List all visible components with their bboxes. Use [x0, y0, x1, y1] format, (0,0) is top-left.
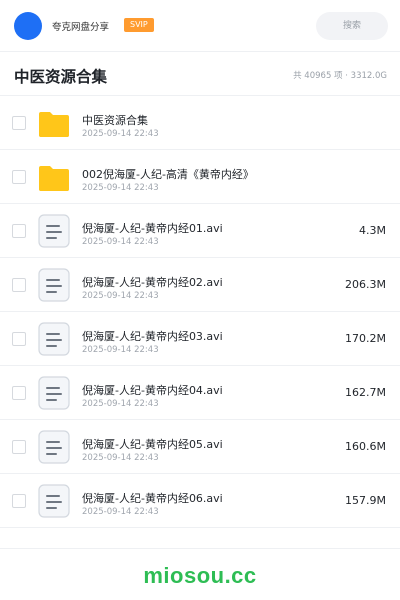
top-bar: 夸克网盘分享 SVIP 搜索: [0, 0, 400, 52]
row-checkbox[interactable]: [12, 332, 26, 346]
row-checkbox[interactable]: [12, 278, 26, 292]
file-size: 162.7M: [345, 386, 386, 399]
file-date: 2025-09-14 22:43: [82, 291, 159, 301]
file-name[interactable]: 倪海厦-人纪-黄帝内经06.avi: [82, 490, 223, 506]
brand-name: 夸克网盘分享: [52, 22, 110, 33]
folder-icon: [38, 160, 70, 194]
row-checkbox[interactable]: [12, 224, 26, 238]
row-checkbox[interactable]: [12, 170, 26, 184]
page-title: 中医资源合集: [14, 68, 108, 86]
item-summary: 共 40965 项 · 3312.0G: [293, 71, 387, 81]
row-checkbox[interactable]: [12, 116, 26, 130]
file-list: 中医资源合集 2025-09-14 22:43 002倪海厦-人纪-高清《黄帝内…: [0, 96, 400, 528]
avatar[interactable]: [14, 12, 42, 40]
search-input[interactable]: 搜索: [316, 12, 388, 40]
file-size: 157.9M: [345, 494, 386, 507]
file-date: 2025-09-14 22:43: [82, 129, 159, 139]
svip-badge: SVIP: [124, 18, 154, 32]
title-bar: 中医资源合集 共 40965 项 · 3312.0G: [0, 52, 400, 96]
file-row[interactable]: 倪海厦-人纪-黄帝内经06.avi 2025-09-14 22:43 157.9…: [0, 474, 400, 528]
file-row[interactable]: 倪海厦-人纪-黄帝内经04.avi 2025-09-14 22:43 162.7…: [0, 366, 400, 420]
file-row[interactable]: 倪海厦-人纪-黄帝内经05.avi 2025-09-14 22:43 160.6…: [0, 420, 400, 474]
file-row[interactable]: 倪海厦-人纪-黄帝内经01.avi 2025-09-14 22:43 4.3M: [0, 204, 400, 258]
row-checkbox[interactable]: [12, 494, 26, 508]
document-icon: [38, 430, 70, 464]
watermark-text: miosou.cc: [143, 563, 257, 588]
document-icon: [38, 268, 70, 302]
file-date: 2025-09-14 22:43: [82, 507, 159, 517]
file-date: 2025-09-14 22:43: [82, 453, 159, 463]
file-date: 2025-09-14 22:43: [82, 345, 159, 355]
file-row[interactable]: 倪海厦-人纪-黄帝内经03.avi 2025-09-14 22:43 170.2…: [0, 312, 400, 366]
file-name[interactable]: 倪海厦-人纪-黄帝内经03.avi: [82, 328, 223, 344]
file-size: 4.3M: [359, 224, 386, 237]
file-name[interactable]: 倪海厦-人纪-黄帝内经04.avi: [82, 382, 223, 398]
file-name[interactable]: 中医资源合集: [82, 112, 148, 128]
document-icon: [38, 484, 70, 518]
document-icon: [38, 214, 70, 248]
folder-icon: [38, 106, 70, 140]
file-date: 2025-09-14 22:43: [82, 399, 159, 409]
file-name[interactable]: 倪海厦-人纪-黄帝内经02.avi: [82, 274, 223, 290]
file-name[interactable]: 倪海厦-人纪-黄帝内经01.avi: [82, 220, 223, 236]
row-checkbox[interactable]: [12, 386, 26, 400]
file-name[interactable]: 002倪海厦-人纪-高清《黄帝内经》: [82, 166, 254, 182]
file-row[interactable]: 中医资源合集 2025-09-14 22:43: [0, 96, 400, 150]
file-row[interactable]: 002倪海厦-人纪-高清《黄帝内经》 2025-09-14 22:43: [0, 150, 400, 204]
file-row[interactable]: 倪海厦-人纪-黄帝内经02.avi 2025-09-14 22:43 206.3…: [0, 258, 400, 312]
file-size: 170.2M: [345, 332, 386, 345]
file-name[interactable]: 倪海厦-人纪-黄帝内经05.avi: [82, 436, 223, 452]
document-icon: [38, 376, 70, 410]
file-size: 160.6M: [345, 440, 386, 453]
file-date: 2025-09-14 22:43: [82, 237, 159, 247]
file-date: 2025-09-14 22:43: [82, 183, 159, 193]
document-icon: [38, 322, 70, 356]
file-size: 206.3M: [345, 278, 386, 291]
footer: miosou.cc: [0, 548, 400, 600]
row-checkbox[interactable]: [12, 440, 26, 454]
